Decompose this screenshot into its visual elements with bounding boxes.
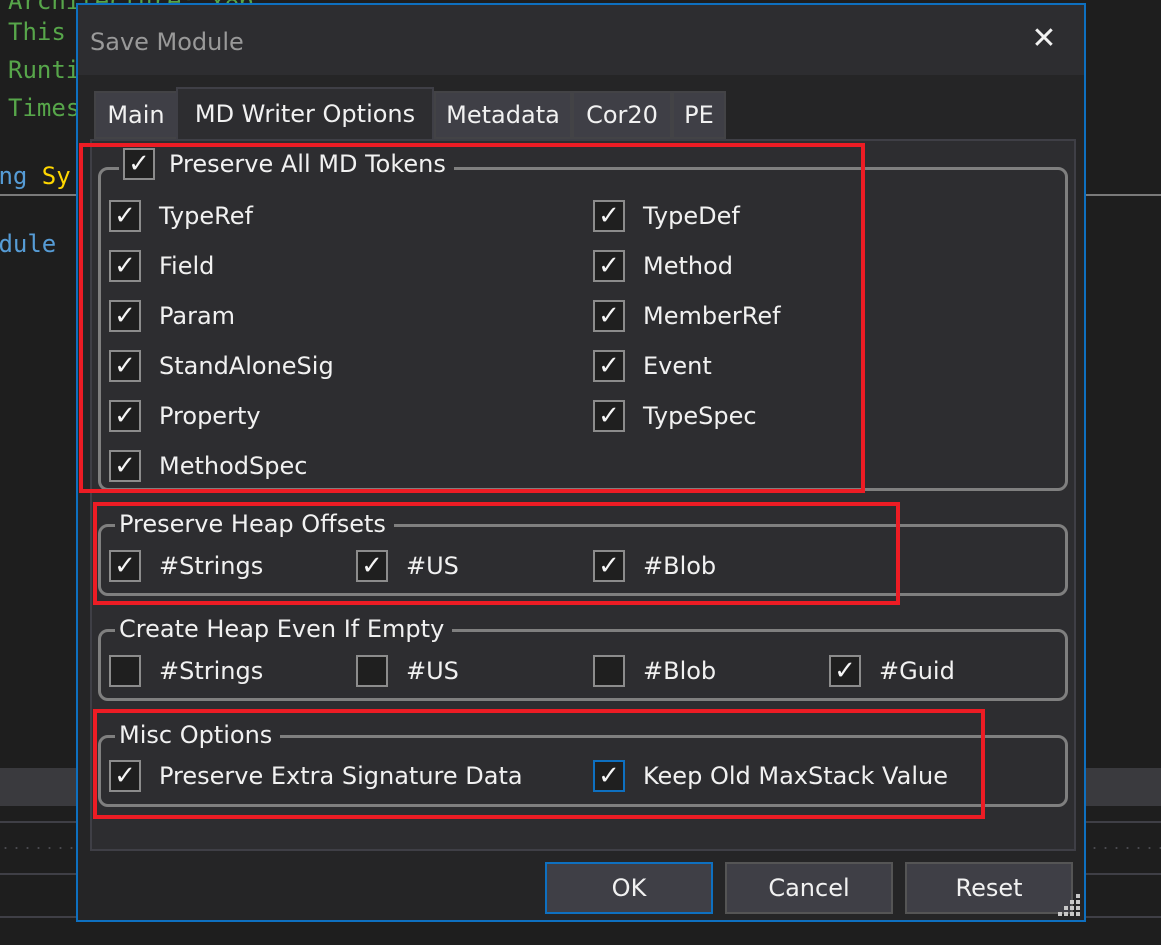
code-line: odule — [0, 230, 57, 258]
checkbox-box[interactable]: ✓ — [109, 300, 141, 332]
save-module-dialog: Save Module ✕ Main MD Writer Options Met… — [76, 3, 1086, 922]
checkbox-label: #US — [406, 657, 459, 685]
checkbox-standalonesig[interactable]: ✓ StandAloneSig — [109, 346, 334, 386]
checkbox-preserve-blob[interactable]: ✓ #Blob — [593, 546, 716, 586]
group-header-label: Create Heap Even If Empty — [115, 613, 453, 645]
checkbox-label: Method — [643, 252, 734, 280]
checkbox-box[interactable]: ✓ — [109, 400, 141, 432]
code-line: Runti — [8, 56, 81, 84]
resize-grip-icon[interactable] — [1056, 892, 1082, 918]
checkbox-label: TypeRef — [159, 202, 253, 230]
reset-button[interactable]: Reset — [905, 862, 1073, 914]
checkbox-box[interactable] — [109, 655, 141, 687]
checkbox-memberref[interactable]: ✓ MemberRef — [593, 296, 781, 336]
checkbox-label: Event — [643, 352, 712, 380]
group-create-heap-even-if-empty: Create Heap Even If Empty #Strings #US #… — [98, 613, 1068, 701]
code-line: This — [8, 18, 66, 46]
checkbox-box[interactable] — [356, 655, 388, 687]
checkbox-box[interactable]: ✓ — [109, 200, 141, 232]
checkbox-preserve-us[interactable]: ✓ #US — [356, 546, 459, 586]
tab-cor20[interactable]: Cor20 — [572, 91, 672, 139]
checkbox-box[interactable]: ✓ — [593, 760, 625, 792]
tab-md-writer-options[interactable]: MD Writer Options — [176, 87, 434, 139]
group-preserve-heap-offsets: Preserve Heap Offsets ✓ #Strings ✓ #US ✓ #B… — [98, 508, 1068, 596]
checkbox-label: #Blob — [643, 552, 717, 580]
group-header-label: Misc Options — [115, 719, 281, 751]
group-header-label: Preserve Heap Offsets — [115, 508, 394, 540]
code-line: Times — [8, 94, 81, 122]
tab-pe[interactable]: PE — [672, 91, 726, 139]
checkbox-field[interactable]: ✓ Field — [109, 246, 214, 286]
checkbox-label: Keep Old MaxStack Value — [643, 762, 948, 790]
preserve-all-md-tokens-toggle[interactable]: ✓ Preserve All MD Tokens — [119, 148, 454, 180]
checkbox-box[interactable]: ✓ — [109, 350, 141, 382]
checkbox-box[interactable]: ✓ — [593, 200, 625, 232]
checkbox-label: #Strings — [159, 657, 264, 685]
checkbox-label: MethodSpec — [159, 452, 308, 480]
checkbox-box[interactable]: ✓ — [593, 400, 625, 432]
checkbox-box[interactable]: ✓ — [109, 450, 141, 482]
dialog-title: Save Module — [90, 28, 244, 56]
checkbox-label: TypeSpec — [643, 402, 757, 430]
checkbox-create-strings[interactable]: #Strings — [109, 651, 263, 691]
checkbox-methodspec[interactable]: ✓ MethodSpec — [109, 446, 307, 486]
checkbox-label: #Blob — [643, 657, 717, 685]
cancel-button[interactable]: Cancel — [725, 862, 893, 914]
checkbox-box[interactable]: ✓ — [593, 250, 625, 282]
checkbox-preserve-strings[interactable]: ✓ #Strings — [109, 546, 263, 586]
checkbox-label: Preserve Extra Signature Data — [159, 762, 523, 790]
group-misc-options: Misc Options ✓ Preserve Extra Signature D… — [98, 719, 1068, 807]
checkbox-method[interactable]: ✓ Method — [593, 246, 733, 286]
checkbox-box[interactable]: ✓ — [356, 550, 388, 582]
checkbox-label: #Guid — [879, 657, 955, 685]
checkbox-label: #US — [406, 552, 459, 580]
checkbox-label: Param — [159, 302, 236, 330]
checkbox-keep-old-maxstack-value[interactable]: ✓ Keep Old MaxStack Value — [593, 756, 948, 796]
checkbox-box[interactable]: ✓ — [109, 250, 141, 282]
checkbox-label: #Strings — [159, 552, 264, 580]
checkbox-create-guid[interactable]: ✓ #Guid — [829, 651, 955, 691]
close-icon: ✕ — [1031, 21, 1057, 56]
tab-metadata[interactable]: Metadata — [434, 91, 572, 139]
checkbox-box[interactable]: ✓ — [109, 760, 141, 792]
group-header-label: Preserve All MD Tokens — [169, 150, 446, 178]
checkbox-box[interactable] — [593, 655, 625, 687]
checkbox-typedef[interactable]: ✓ TypeDef — [593, 196, 740, 236]
checkbox[interactable]: ✓ — [123, 148, 155, 180]
checkbox-label: MemberRef — [643, 302, 781, 330]
group-preserve-all-md-tokens: ✓ Preserve All MD Tokens ✓ TypeRef ✓ Field… — [98, 148, 1068, 491]
checkbox-create-us[interactable]: #US — [356, 651, 459, 691]
tab-content-md-writer-options: ✓ Preserve All MD Tokens ✓ TypeRef ✓ Field… — [90, 139, 1076, 851]
checkbox-box[interactable]: ✓ — [593, 300, 625, 332]
checkbox-box[interactable]: ✓ — [829, 655, 861, 687]
dialog-titlebar[interactable]: Save Module ✕ — [78, 5, 1084, 75]
checkbox-box[interactable]: ✓ — [593, 550, 625, 582]
checkbox-property[interactable]: ✓ Property — [109, 396, 261, 436]
checkbox-box[interactable]: ✓ — [593, 350, 625, 382]
checkbox-create-blob[interactable]: #Blob — [593, 651, 716, 691]
close-button[interactable]: ✕ — [1024, 19, 1064, 59]
checkbox-label: Field — [159, 252, 215, 280]
ok-button[interactable]: OK — [545, 862, 713, 914]
tab-main[interactable]: Main — [94, 91, 178, 139]
checkbox-event[interactable]: ✓ Event — [593, 346, 712, 386]
checkbox-box[interactable]: ✓ — [109, 550, 141, 582]
checkbox-typespec[interactable]: ✓ TypeSpec — [593, 396, 757, 436]
checkbox-typeref[interactable]: ✓ TypeRef — [109, 196, 253, 236]
checkbox-label: StandAloneSig — [159, 352, 334, 380]
checkbox-label: Property — [159, 402, 261, 430]
checkbox-label: TypeDef — [643, 202, 740, 230]
checkbox-param[interactable]: ✓ Param — [109, 296, 235, 336]
code-line: ing Sy — [0, 162, 71, 190]
checkbox-preserve-extra-signature-data[interactable]: ✓ Preserve Extra Signature Data — [109, 756, 523, 796]
